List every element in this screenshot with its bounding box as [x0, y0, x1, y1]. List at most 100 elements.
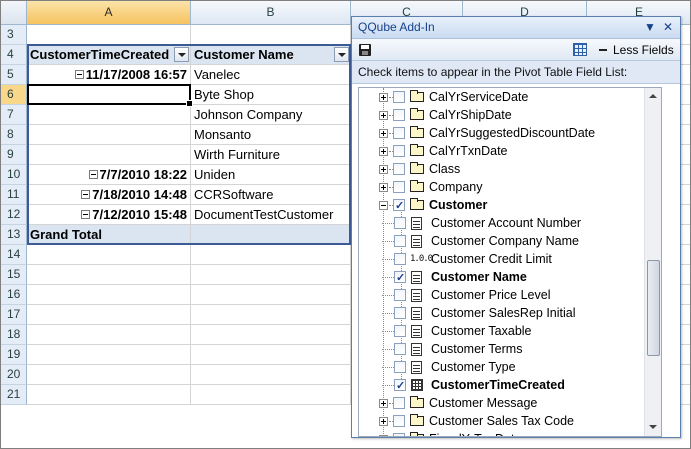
less-fields-button[interactable]: Less Fields: [599, 42, 674, 58]
field-checkbox[interactable]: [393, 433, 405, 436]
field-item-customer-salesrep-initial[interactable]: Customer SalesRep Initial: [359, 304, 649, 322]
collapse-icon[interactable]: [88, 170, 98, 179]
field-item-customer-price-level[interactable]: Customer Price Level: [359, 286, 649, 304]
field-item-customer[interactable]: Customer: [359, 196, 649, 215]
expand-icon[interactable]: [379, 147, 388, 156]
cell[interactable]: [191, 345, 351, 365]
expand-icon[interactable]: [379, 399, 388, 408]
active-cell-a6[interactable]: [27, 84, 193, 107]
collapse-icon[interactable]: [81, 210, 91, 219]
collapse-icon[interactable]: [379, 201, 388, 210]
field-checkbox[interactable]: [393, 91, 405, 103]
pivot-customer-name-cell[interactable]: Vanelec: [191, 65, 351, 85]
row-header-9[interactable]: 9: [1, 145, 27, 165]
field-checkbox[interactable]: [393, 145, 405, 157]
pivot-customer-name-cell[interactable]: CCRSoftware: [191, 185, 351, 205]
pivot-date-cell[interactable]: 7/18/2010 14:48: [27, 185, 191, 205]
row-header-7[interactable]: 7: [1, 105, 27, 125]
field-item-calyrshipdate[interactable]: CalYrShipDate: [359, 106, 649, 124]
column-header-a[interactable]: A: [27, 1, 191, 25]
pivot-header-customer-name[interactable]: Customer Name: [191, 45, 351, 65]
pivot-date-cell[interactable]: 7/12/2010 15:48: [27, 205, 191, 225]
pivot-date-cell[interactable]: [27, 125, 191, 145]
select-all-corner[interactable]: [1, 1, 27, 25]
cell[interactable]: [27, 345, 191, 365]
field-checkbox[interactable]: [394, 361, 406, 373]
filter-dropdown-icon[interactable]: [174, 47, 189, 62]
cell[interactable]: [191, 325, 351, 345]
cell[interactable]: [191, 25, 351, 45]
row-header-16[interactable]: 16: [1, 285, 27, 305]
pivot-header-customertimecreated[interactable]: CustomerTimeCreated: [27, 45, 191, 65]
field-item-calyrservicedate[interactable]: CalYrServiceDate: [359, 88, 649, 106]
pivot-customer-name-cell[interactable]: Wirth Furniture: [191, 145, 351, 165]
row-header-14[interactable]: 14: [1, 245, 27, 265]
field-item-calyrsuggesteddiscountdate[interactable]: CalYrSuggestedDiscountDate: [359, 124, 649, 142]
field-item-customer-account-number[interactable]: Customer Account Number: [359, 214, 649, 232]
field-item-customertimecreated[interactable]: CustomerTimeCreated: [359, 376, 649, 395]
row-header-12[interactable]: 12: [1, 205, 27, 225]
cell[interactable]: [191, 265, 351, 285]
row-header-20[interactable]: 20: [1, 365, 27, 385]
expand-icon[interactable]: [379, 111, 388, 120]
row-header-15[interactable]: 15: [1, 265, 27, 285]
expand-icon[interactable]: [379, 93, 388, 102]
field-checkbox[interactable]: [393, 109, 405, 121]
cell[interactable]: [191, 245, 351, 265]
field-checkbox[interactable]: [394, 289, 406, 301]
cell[interactable]: [27, 385, 191, 405]
pivot-customer-name-cell[interactable]: Uniden: [191, 165, 351, 185]
cell[interactable]: [27, 365, 191, 385]
column-header-b[interactable]: B: [191, 1, 351, 25]
cell[interactable]: [27, 265, 191, 285]
save-icon[interactable]: [359, 44, 371, 56]
row-header-4[interactable]: 4: [1, 45, 27, 65]
expand-icon[interactable]: [379, 435, 388, 436]
collapse-icon[interactable]: [81, 190, 91, 199]
field-checkbox[interactable]: [394, 253, 406, 265]
pivot-date-cell[interactable]: 11/17/2008 16:57: [27, 65, 191, 85]
row-header-18[interactable]: 18: [1, 325, 27, 345]
row-header-8[interactable]: 8: [1, 125, 27, 145]
cell[interactable]: [27, 305, 191, 325]
row-header-6[interactable]: 6: [1, 85, 27, 105]
field-checkbox[interactable]: [394, 325, 406, 337]
pivot-date-cell[interactable]: 7/7/2010 18:22: [27, 165, 191, 185]
field-item-company[interactable]: Company: [359, 178, 649, 196]
field-checkbox[interactable]: [394, 217, 406, 229]
field-item-customer-credit-limit[interactable]: 1.0.0 Customer Credit Limit: [359, 250, 649, 268]
field-item-customer-company-name[interactable]: Customer Company Name: [359, 232, 649, 250]
field-checkbox[interactable]: [393, 163, 405, 175]
field-checkbox[interactable]: [394, 307, 406, 319]
cell[interactable]: [27, 245, 191, 265]
close-icon[interactable]: ✕: [663, 17, 673, 38]
field-item-customer-message[interactable]: Customer Message: [359, 394, 649, 412]
field-item-customer-name[interactable]: Customer Name: [359, 268, 649, 287]
row-header-21[interactable]: 21: [1, 385, 27, 405]
cell[interactable]: [191, 305, 351, 325]
pivot-customer-name-cell[interactable]: Monsanto: [191, 125, 351, 145]
field-checkbox[interactable]: [393, 181, 405, 193]
field-item-fiscalyrtxndate[interactable]: FiscalYrTxnDate: [359, 430, 649, 436]
pivot-customer-name-cell[interactable]: Johnson Company: [191, 105, 351, 125]
field-checkbox[interactable]: [394, 377, 406, 395]
field-checkbox[interactable]: [393, 415, 405, 427]
row-header-13[interactable]: 13: [1, 225, 27, 245]
field-checkbox[interactable]: [393, 197, 405, 215]
field-checkbox[interactable]: [393, 397, 405, 409]
field-item-customer-terms[interactable]: Customer Terms: [359, 340, 649, 358]
field-list-icon[interactable]: [573, 43, 587, 56]
cell[interactable]: [27, 25, 191, 45]
pivot-customer-name-cell[interactable]: Byte Shop: [191, 85, 351, 105]
cell[interactable]: [27, 325, 191, 345]
pane-menu-dropdown-icon[interactable]: ▼: [644, 17, 656, 38]
field-item-customer-taxable[interactable]: Customer Taxable: [359, 322, 649, 340]
expand-icon[interactable]: [379, 165, 388, 174]
field-item-calyrtxndate[interactable]: CalYrTxnDate: [359, 142, 649, 160]
field-checkbox[interactable]: [394, 235, 406, 247]
field-checkbox[interactable]: [394, 269, 406, 287]
row-header-5[interactable]: 5: [1, 65, 27, 85]
row-header-11[interactable]: 11: [1, 185, 27, 205]
field-item-customer-sales-tax-code[interactable]: Customer Sales Tax Code: [359, 412, 649, 430]
cell[interactable]: [27, 285, 191, 305]
